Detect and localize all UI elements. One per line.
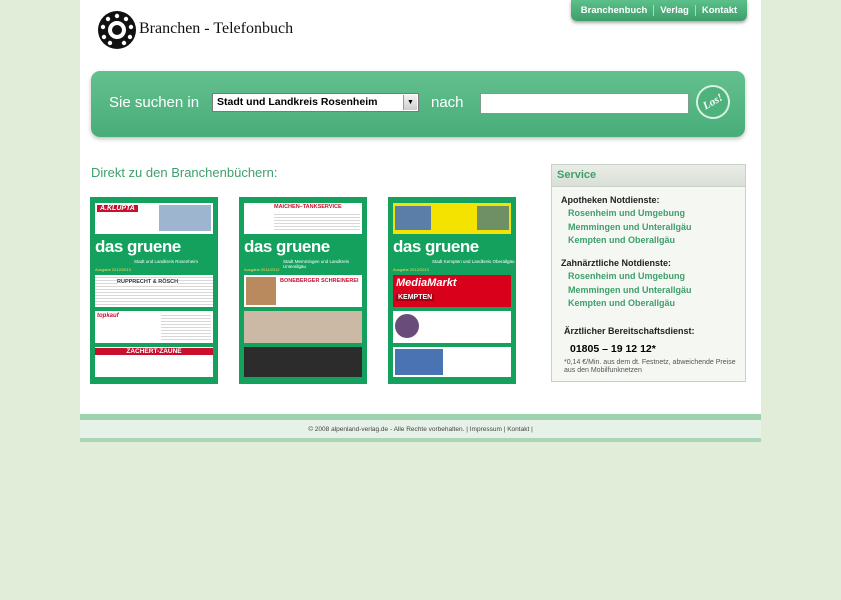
book-edition: Ausgabe 2012/2013	[393, 267, 429, 272]
book-cover-rosenheim[interactable]: A.KLUPTA das gruene Stadt und Landkreis …	[90, 197, 218, 384]
copyright: © 2008 alpenland-verlag.de - Alle Rechte…	[308, 426, 465, 433]
apotheken-link-memmingen[interactable]: Memmingen und Unterallgäu	[568, 222, 692, 232]
book-brand: das gruene	[95, 237, 213, 257]
apotheken-link-kempten[interactable]: Kempten und Oberallgäu	[568, 235, 675, 245]
search-go-button[interactable]: Los!	[689, 78, 737, 126]
book-ad-label: MAICHEN–TANKSERVICE	[274, 204, 342, 210]
nav-verlag[interactable]: Verlag	[654, 0, 695, 21]
book-ad-label: MediaMarkt	[396, 277, 457, 289]
book-ad: ZACHERT-ZÄUNE	[95, 347, 213, 377]
chevron-down-icon[interactable]: ▼	[403, 95, 417, 110]
top-nav: Branchenbuch Verlag Kontakt	[571, 0, 747, 21]
book-ad-text	[161, 313, 211, 341]
footer-sep: |	[503, 426, 506, 433]
book-ad: topkauf	[95, 311, 213, 343]
book-ad: MediaMarkt KEMPTEN	[393, 275, 511, 307]
zahn-link-memmingen[interactable]: Memmingen und Unterallgäu	[568, 285, 692, 295]
book-region: Stadt Kempten und Landkreis Oberallgäu	[432, 259, 515, 264]
footer-link-kontakt[interactable]: Kontakt	[507, 426, 529, 433]
book-ad-image	[477, 206, 509, 230]
book-edition: Ausgabe 2012/2013	[95, 267, 131, 272]
book-ad	[393, 347, 511, 377]
search-input[interactable]	[480, 93, 689, 114]
book-ad: MAICHEN–TANKSERVICE	[244, 203, 362, 234]
book-region: Stadt Memmingen und Landkreis Unterallgä…	[283, 259, 350, 269]
book-cover-kempten[interactable]: das gruene Stadt Kempten und Landkreis O…	[388, 197, 516, 384]
apotheken-title: Apotheken Notdienste:	[561, 195, 660, 205]
logo-text[interactable]: Branchen - Telefonbuch	[139, 20, 293, 38]
book-ad-label: topkauf	[97, 313, 119, 319]
book-ad-label: KEMPTEN	[396, 294, 435, 301]
search-label-in: Sie suchen in	[109, 94, 200, 111]
footer-text: © 2008 alpenland-verlag.de - Alle Rechte…	[80, 426, 761, 433]
zahn-link-kempten[interactable]: Kempten und Oberallgäu	[568, 298, 675, 308]
book-edition: Ausgabe 2011/2012	[244, 267, 280, 272]
book-ad-image	[159, 205, 211, 231]
book-ad	[244, 311, 362, 343]
service-panel: Service Apotheken Notdienste: Rosenheim …	[551, 164, 746, 382]
book-brand-text: das gruene	[244, 237, 330, 256]
nav-kontakt[interactable]: Kontakt	[696, 0, 743, 21]
book-ad-label: BONEBERGER SCHREINEREI	[280, 278, 359, 284]
apotheken-link-rosenheim[interactable]: Rosenheim und Umgebung	[568, 208, 685, 218]
book-brand-text: das gruene	[95, 237, 181, 256]
book-ad-label: RUPPRECHT & RÖSCH	[117, 279, 179, 285]
book-ad	[393, 311, 511, 343]
service-title: Service	[552, 165, 745, 187]
book-ad-label: A.KLUPTA	[97, 205, 138, 212]
book-ad-text	[274, 212, 360, 232]
book-ad-image	[395, 314, 419, 338]
book-brand: das gruene	[393, 237, 511, 257]
footer-sep: |	[531, 426, 533, 433]
zahn-title: Zahnärztliche Notdienste:	[561, 258, 672, 268]
search-bar: Sie suchen in Stadt und Landkreis Rosenh…	[91, 71, 745, 137]
book-ad-image	[395, 206, 431, 230]
book-cover-memmingen[interactable]: MAICHEN–TANKSERVICE das gruene Stadt Mem…	[239, 197, 367, 384]
zahn-link-rosenheim[interactable]: Rosenheim und Umgebung	[568, 271, 685, 281]
region-select[interactable]: Stadt und Landkreis Rosenheim ▼	[212, 93, 419, 112]
book-ad: RUPPRECHT & RÖSCH	[95, 275, 213, 307]
footer: © 2008 alpenland-verlag.de - Alle Rechte…	[80, 414, 761, 442]
book-ad-image	[246, 277, 276, 305]
direct-heading: Direkt zu den Branchenbüchern:	[91, 165, 278, 180]
bereitschaft-title: Ärztlicher Bereitschaftsdienst:	[564, 326, 695, 336]
book-brand: das gruene	[244, 237, 362, 257]
region-select-value: Stadt und Landkreis Rosenheim	[217, 96, 378, 108]
bereitschaft-phone: 01805 – 19 12 12*	[570, 343, 656, 355]
book-ad-image	[395, 349, 443, 375]
page-container: Branchen - Telefonbuch Branchenbuch Verl…	[80, 0, 761, 414]
footer-sep: |	[466, 426, 468, 433]
book-region: Stadt und Landkreis Rosenheim	[134, 259, 199, 264]
book-ad	[393, 203, 511, 234]
book-ad-label: ZACHERT-ZÄUNE	[95, 348, 213, 355]
book-ad: BONEBERGER SCHREINEREI	[244, 275, 362, 307]
book-brand-text: das gruene	[393, 237, 479, 256]
book-ad: A.KLUPTA	[95, 203, 213, 234]
rotary-phone-icon[interactable]	[97, 10, 137, 50]
search-label-nach: nach	[431, 94, 464, 111]
book-ad	[244, 347, 362, 377]
price-note: *0,14 €/Min. aus dem dt. Festnetz, abwei…	[564, 359, 736, 374]
footer-link-impressum[interactable]: Impressum	[470, 426, 502, 433]
nav-branchenbuch[interactable]: Branchenbuch	[575, 0, 654, 21]
